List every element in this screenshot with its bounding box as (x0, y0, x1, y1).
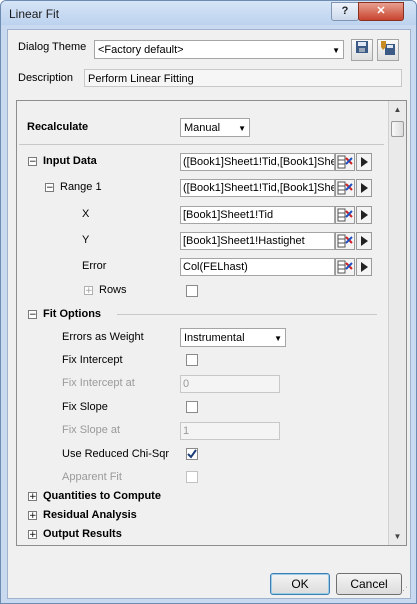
vertical-scrollbar[interactable]: ▲ ▼ (388, 101, 406, 545)
input-data-field[interactable]: ([Book1]Sheet1!Tid,[Book1]Sheet1!Hastigh… (180, 153, 335, 171)
range-picker-icon (337, 155, 353, 169)
errors-as-weight-value: Instrumental (184, 332, 245, 344)
select-range1-button[interactable] (335, 179, 355, 197)
fix-intercept-at-label: Fix Intercept at (62, 377, 135, 389)
chevron-down-icon: ▼ (332, 46, 340, 55)
triangle-right-icon (361, 183, 368, 193)
divider (19, 144, 384, 145)
errors-as-weight-label: Errors as Weight (62, 331, 144, 343)
fix-slope-at-label: Fix Slope at (62, 424, 121, 436)
scroll-down-icon[interactable]: ▼ (389, 528, 406, 545)
error-menu-button[interactable] (356, 258, 372, 276)
divider (117, 314, 377, 315)
range1-label: Range 1 (60, 181, 102, 193)
select-error-button[interactable] (335, 258, 355, 276)
select-range-button[interactable] (335, 153, 355, 171)
errors-as-weight-select[interactable]: Instrumental ▼ (180, 328, 286, 347)
collapse-input-data-icon[interactable]: − (28, 157, 37, 167)
apparent-fit-checkbox[interactable] (186, 471, 198, 483)
ok-button[interactable]: OK (270, 573, 330, 595)
range-picker-icon (337, 208, 353, 222)
fix-slope-at-field[interactable]: 1 (180, 422, 280, 440)
use-reduced-chisqr-label: Use Reduced Chi-Sqr (62, 448, 169, 460)
select-x-button[interactable] (335, 206, 355, 224)
x-label: X (82, 208, 90, 220)
cancel-button[interactable]: Cancel (336, 573, 402, 595)
title-bar[interactable]: Linear Fit ? ✕ (1, 1, 416, 25)
chevron-down-icon: ▼ (238, 124, 246, 133)
chevron-down-icon: ▼ (274, 334, 282, 343)
theme-options-button[interactable] (377, 39, 399, 61)
rows-checkbox[interactable] (186, 285, 198, 297)
x-field[interactable]: [Book1]Sheet1!Tid (180, 206, 335, 224)
scroll-up-icon[interactable]: ▲ (389, 101, 406, 118)
range1-menu-button[interactable] (356, 179, 372, 197)
fit-options-label: Fit Options (43, 308, 102, 320)
recalculate-value: Manual (184, 122, 221, 134)
output-results-label[interactable]: Output Results (43, 528, 122, 540)
error-field[interactable]: Col(FELhast) (180, 258, 335, 276)
window-title: Linear Fit (9, 7, 60, 21)
triangle-right-icon (361, 210, 368, 220)
range-picker-icon (337, 234, 353, 248)
use-reduced-chisqr-checkbox[interactable] (186, 448, 198, 460)
recalculate-select[interactable]: Manual ▼ (180, 118, 250, 137)
close-button[interactable]: ✕ (358, 2, 404, 21)
save-theme-button[interactable] (351, 39, 373, 61)
apparent-fit-label: Apparent Fit (62, 471, 122, 483)
dialog-body: Dialog Theme <Factory default> ▼ Descrip… (7, 29, 411, 599)
expand-output-icon[interactable]: + (28, 530, 37, 540)
save-icon (356, 41, 368, 53)
dialog-theme-value: <Factory default> (98, 44, 184, 56)
resize-grip-icon[interactable]: ⋰ (399, 585, 408, 596)
y-field[interactable]: [Book1]Sheet1!Hastighet (180, 232, 335, 250)
triangle-right-icon (361, 157, 368, 167)
triangle-right-icon (361, 236, 368, 246)
description-field: Perform Linear Fitting (84, 69, 402, 87)
select-y-button[interactable] (335, 232, 355, 250)
help-button[interactable]: ? (331, 2, 359, 21)
range-menu-button[interactable] (356, 153, 372, 171)
y-menu-button[interactable] (356, 232, 372, 250)
fix-slope-label: Fix Slope (62, 401, 108, 413)
range1-field[interactable]: ([Book1]Sheet1!Tid,[Book1]Sheet1!Hastigh… (180, 179, 335, 197)
fix-slope-checkbox[interactable] (186, 401, 198, 413)
recalculate-label: Recalculate (27, 121, 89, 133)
residual-analysis-label[interactable]: Residual Analysis (43, 509, 137, 521)
y-label: Y (82, 234, 90, 246)
dialog-theme-select[interactable]: <Factory default> ▼ (94, 40, 344, 59)
settings-tree-panel: Recalculate Manual ▼ − Input Data ([Book… (16, 100, 407, 546)
expand-rows-icon[interactable]: + (84, 286, 93, 296)
collapse-fit-options-icon[interactable]: − (28, 310, 37, 320)
error-label: Error (82, 260, 107, 272)
dialog-theme-label: Dialog Theme (18, 41, 87, 53)
x-menu-button[interactable] (356, 206, 372, 224)
scroll-thumb[interactable] (391, 121, 404, 137)
linear-fit-dialog: Linear Fit ? ✕ Dialog Theme <Factory def… (0, 0, 417, 604)
checkmark-icon (187, 449, 197, 459)
expand-residual-icon[interactable]: + (28, 511, 37, 521)
description-label: Description (18, 72, 74, 84)
fix-intercept-checkbox[interactable] (186, 354, 198, 366)
rows-label: Rows (99, 284, 127, 296)
collapse-range1-icon[interactable]: − (45, 183, 54, 193)
quantities-to-compute-label[interactable]: Quantities to Compute (43, 490, 161, 502)
fix-intercept-label: Fix Intercept (62, 354, 123, 366)
input-data-label: Input Data (43, 155, 97, 167)
expand-quantities-icon[interactable]: + (28, 492, 37, 502)
save-as-icon (381, 41, 395, 55)
range-picker-icon (337, 181, 353, 195)
triangle-right-icon (361, 262, 368, 272)
fix-intercept-at-field[interactable]: 0 (180, 375, 280, 393)
range-picker-icon (337, 260, 353, 274)
